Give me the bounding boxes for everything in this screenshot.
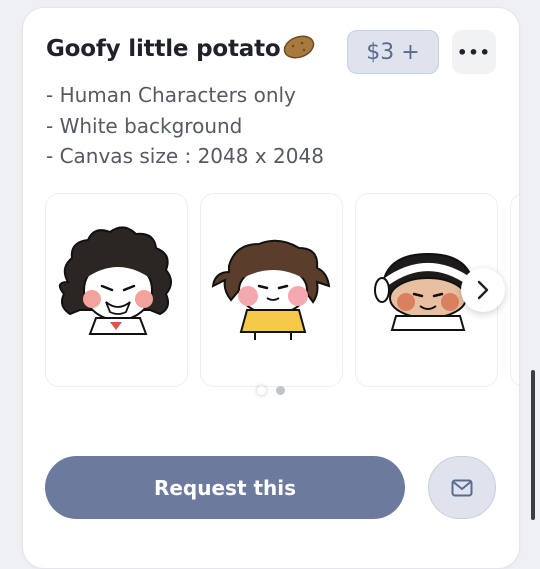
chevron-right-icon (477, 280, 489, 300)
description-line: - White background (46, 113, 243, 138)
description-line: - Canvas size : 2048 x 2048 (46, 144, 324, 168)
sample-thumbnail-yellow-shirt[interactable] (200, 193, 343, 387)
message-button[interactable] (428, 456, 496, 519)
price-button[interactable]: $3 + (347, 30, 439, 74)
pagination-dot[interactable] (276, 386, 285, 395)
description-line: - Human Characters only (46, 83, 296, 107)
gallery-next-button[interactable] (461, 268, 505, 312)
potato-icon (282, 33, 316, 67)
sample-thumbnail-partial[interactable] (510, 193, 519, 387)
listing-description: - Human Characters only - White backgrou… (46, 80, 324, 172)
mail-icon (451, 479, 473, 496)
page-scrollbar[interactable] (531, 370, 535, 520)
sample-gallery (45, 193, 519, 389)
more-options-button[interactable]: ••• (452, 30, 496, 74)
sample-thumbnail-curly-hair[interactable] (45, 193, 188, 387)
commission-card: Goofy little potato $3 + ••• - Human Cha… (22, 7, 520, 569)
listing-title: Goofy little potato (46, 33, 316, 67)
more-horizontal-icon: ••• (457, 42, 491, 62)
pagination-dot-active[interactable] (257, 386, 266, 395)
request-button[interactable]: Request this (45, 456, 405, 519)
